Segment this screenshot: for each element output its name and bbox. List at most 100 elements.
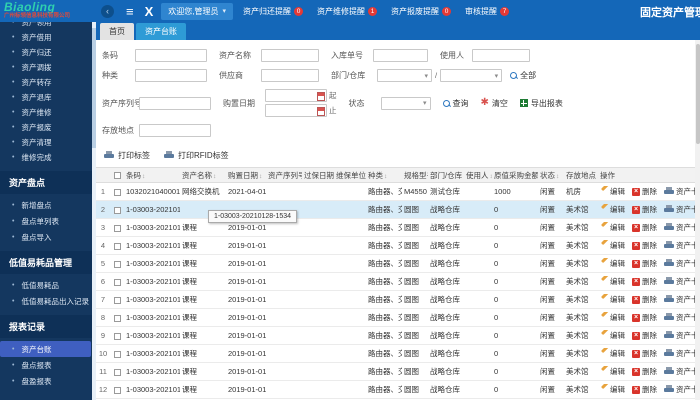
action-删除[interactable]: × 删除 xyxy=(632,204,657,215)
sidebar-item[interactable]: • 资产报废 xyxy=(0,120,96,135)
action-删除[interactable]: × 删除 xyxy=(632,222,657,233)
vertical-scrollbar[interactable] xyxy=(695,40,700,400)
action-删除[interactable]: × 删除 xyxy=(632,294,657,305)
export-button[interactable]: 导出报表 xyxy=(519,98,563,109)
table-row[interactable]: 10 1-03003-20210128-15课程 2019-01-01 路由器、交换机… xyxy=(96,345,700,363)
sidebar-item[interactable]: • 维修完成 xyxy=(0,150,96,165)
tab-资产台账[interactable]: 资产台账 xyxy=(136,23,186,40)
checkbox-icon[interactable] xyxy=(113,350,121,358)
action-删除[interactable]: × 删除 xyxy=(632,366,657,377)
sidebar-item[interactable]: • 资产转存 xyxy=(0,75,96,90)
row-checkbox[interactable] xyxy=(110,367,124,376)
select-all-checkbox[interactable] xyxy=(110,171,124,180)
action-编辑[interactable]: 编辑 xyxy=(600,258,625,269)
all-button[interactable]: 全部 xyxy=(510,70,536,81)
action-删除[interactable]: × 删除 xyxy=(632,186,657,197)
action-删除[interactable]: × 删除 xyxy=(632,312,657,323)
status-select[interactable]: ▾ xyxy=(380,96,431,110)
close-icon[interactable]: X xyxy=(145,4,154,19)
column-header[interactable]: 使用人↕ xyxy=(464,170,492,181)
field-input[interactable] xyxy=(472,49,530,62)
action-删除[interactable]: × 删除 xyxy=(632,276,657,287)
table-row[interactable]: 11 1-03003-20210128-15课程 2019-01-01 路由器、交换机… xyxy=(96,363,700,381)
checkbox-icon[interactable] xyxy=(113,260,121,268)
supplier-input[interactable] xyxy=(261,69,319,82)
collapse-sidebar-icon[interactable]: ‹ xyxy=(101,4,114,18)
checkbox-icon[interactable] xyxy=(113,172,121,180)
row-checkbox[interactable] xyxy=(110,223,124,232)
checkbox-icon[interactable] xyxy=(113,332,121,340)
sidebar-item[interactable]: • 新增盘点 xyxy=(0,197,96,213)
sidebar-item[interactable]: • 资产归还 xyxy=(0,45,96,60)
sort-icon[interactable]: ↕ xyxy=(556,173,559,180)
date-from-input[interactable] xyxy=(265,89,327,102)
checkbox-icon[interactable] xyxy=(113,278,121,286)
scrollbar-thumb[interactable] xyxy=(695,44,700,144)
row-checkbox[interactable] xyxy=(110,331,124,340)
checkbox-icon[interactable] xyxy=(113,296,121,304)
print-button[interactable]: 打印标签 xyxy=(104,150,150,161)
sidebar-item[interactable]: • 资产领用 xyxy=(0,22,96,30)
row-checkbox[interactable] xyxy=(110,349,124,358)
table-row[interactable]: 3 1-03003-20210128-15课程 2019-01-01 路由器、交换机圆… xyxy=(96,219,700,237)
action-编辑[interactable]: 编辑 xyxy=(600,186,625,197)
action-编辑[interactable]: 编辑 xyxy=(600,294,625,305)
field-input[interactable] xyxy=(135,49,207,62)
column-header[interactable]: 规格型号↕ xyxy=(402,170,428,181)
column-header[interactable]: 种类↕ xyxy=(366,170,402,181)
column-header[interactable]: 存放地点↕ xyxy=(564,170,598,181)
sidebar-item[interactable]: • 盘点单列表 xyxy=(0,213,96,229)
search-button[interactable]: 查询 xyxy=(442,98,469,109)
row-checkbox[interactable] xyxy=(110,205,124,214)
row-checkbox[interactable] xyxy=(110,277,124,286)
row-checkbox[interactable] xyxy=(110,259,124,268)
action-编辑[interactable]: 编辑 xyxy=(600,222,625,233)
table-row[interactable]: 2 1-03003-20210128-15 路由器、交换机圆图 战略仓库 0 闲置 美术馆 编… xyxy=(96,201,700,223)
action-编辑[interactable]: 编辑 xyxy=(600,384,625,395)
action-删除[interactable]: × 删除 xyxy=(632,384,657,395)
row-checkbox[interactable] xyxy=(110,385,124,394)
sidebar-item[interactable]: • 资产清理 xyxy=(0,135,96,150)
action-删除[interactable]: × 删除 xyxy=(632,348,657,359)
alert-tab[interactable]: 资产维修提醒 1 xyxy=(317,6,378,17)
sort-icon[interactable]: ↕ xyxy=(384,173,387,180)
row-checkbox[interactable] xyxy=(110,295,124,304)
table-row[interactable]: 7 1-03003-20210128-15课程 2019-01-01 路由器、交换机圆… xyxy=(96,291,700,309)
sort-icon[interactable]: ↕ xyxy=(213,173,216,180)
table-row[interactable]: 9 1-03003-20210128-15课程 2019-01-01 路由器、交换机圆… xyxy=(96,327,700,345)
table-row[interactable]: 1 10320210400013网络交换机 2021-04-01 路由器、交换机M45… xyxy=(96,183,700,201)
calendar-icon[interactable] xyxy=(317,107,325,116)
column-header[interactable]: 资产名称↕ xyxy=(180,170,226,181)
table-row[interactable]: 8 1-03003-20210128-15课程 2019-01-01 路由器、交换机圆… xyxy=(96,309,700,327)
checkbox-icon[interactable] xyxy=(113,188,121,196)
column-header[interactable]: 维保单位↕ xyxy=(334,170,366,181)
action-删除[interactable]: × 删除 xyxy=(632,258,657,269)
column-header[interactable]: 部门/仓库↕ xyxy=(428,170,464,181)
user-menu[interactable]: 欢迎您,管理员 ▾ xyxy=(161,2,234,20)
column-header[interactable]: 操作 xyxy=(598,170,700,181)
checkbox-icon[interactable] xyxy=(113,368,121,376)
field-input[interactable] xyxy=(373,49,428,62)
alert-tab[interactable]: 资产归还提醒 0 xyxy=(243,6,304,17)
sidebar-item[interactable]: • 盘点导入 xyxy=(0,229,96,245)
table-row[interactable]: 4 1-03003-20210128-15课程 2019-01-01 路由器、交换机圆… xyxy=(96,237,700,255)
sidebar-item[interactable]: • 盘点报表 xyxy=(0,357,96,373)
sidebar-item[interactable]: • 资产台账 xyxy=(0,341,91,357)
action-编辑[interactable]: 编辑 xyxy=(600,330,625,341)
column-header[interactable]: 过保日期↕ xyxy=(302,170,334,181)
calendar-icon[interactable] xyxy=(317,92,325,101)
column-header[interactable]: 状态↕ xyxy=(538,170,564,181)
table-row[interactable]: 12 1-03003-20210128-15课程 2019-01-01 路由器、交换机… xyxy=(96,381,700,399)
sort-icon[interactable]: ↕ xyxy=(259,173,262,180)
location-input[interactable] xyxy=(139,124,211,137)
print-button[interactable]: 打印RFID标签 xyxy=(164,150,229,161)
row-checkbox[interactable] xyxy=(110,187,124,196)
sidebar-item[interactable]: • 低值易耗品出入记录 xyxy=(0,293,96,309)
sidebar-item[interactable]: • 盘盈报表 xyxy=(0,373,96,389)
alert-tab[interactable]: 审核提醒 7 xyxy=(465,6,510,17)
checkbox-icon[interactable] xyxy=(113,242,121,250)
row-checkbox[interactable] xyxy=(110,313,124,322)
column-header[interactable]: 资产序列号↕ xyxy=(266,170,302,181)
checkbox-icon[interactable] xyxy=(113,206,121,214)
sort-icon[interactable]: ↕ xyxy=(142,173,145,180)
